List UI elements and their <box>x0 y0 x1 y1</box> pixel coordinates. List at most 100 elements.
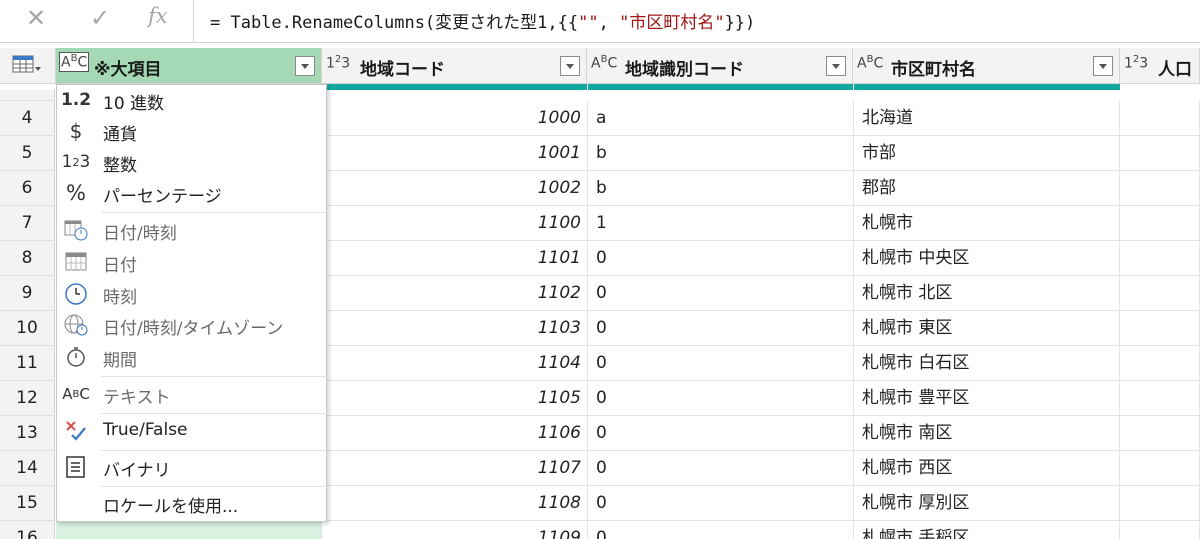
menu-item-currency[interactable]: $ 通貨 <box>57 116 326 147</box>
table-cell-population[interactable] <box>1120 311 1200 346</box>
table-cell-population[interactable] <box>1120 241 1200 276</box>
text-type-icon[interactable]: ABC <box>857 54 883 72</box>
menu-item-text[interactable]: ABC テキスト <box>57 379 326 410</box>
cancel-icon[interactable]: ✕ <box>26 4 46 32</box>
column-filter-dropdown[interactable] <box>826 56 846 76</box>
table-cell-area-id[interactable]: 0 <box>588 521 854 539</box>
table-cell-city[interactable]: 札幌市 南区 <box>854 416 1120 451</box>
menu-item-duration[interactable]: 期間 <box>57 342 326 373</box>
table-cell-city[interactable]: 札幌市 白石区 <box>854 346 1120 381</box>
table-cell-area-id[interactable]: 0 <box>588 311 854 346</box>
table-cell-area-id[interactable]: 0 <box>588 451 854 486</box>
table-cell-area-id[interactable]: 0 <box>588 486 854 521</box>
table-cell-city[interactable]: 郡部 <box>854 171 1120 206</box>
table-cell-population[interactable] <box>1120 486 1200 521</box>
table-cell-city[interactable]: 札幌市 厚別区 <box>854 486 1120 521</box>
menu-item-whole-number[interactable]: 123 整数 <box>57 147 326 178</box>
table-cell-population[interactable] <box>1120 381 1200 416</box>
menu-item-percentage[interactable]: % パーセンテージ <box>57 178 326 209</box>
table-cell-area-code[interactable]: 1107 <box>322 451 588 486</box>
menu-item-datetime[interactable]: 日付/時刻 <box>57 215 326 246</box>
column-filter-dropdown[interactable] <box>1093 56 1113 76</box>
menu-item-true-false[interactable]: True/False <box>57 416 326 447</box>
table-cell-area-id[interactable]: 0 <box>588 276 854 311</box>
table-cell-area-code[interactable]: 1001 <box>322 136 588 171</box>
text-type-icon[interactable]: ABC <box>591 54 617 72</box>
row-number: 7 <box>0 206 55 241</box>
table-cell-population[interactable] <box>1120 171 1200 206</box>
text-type-icon[interactable]: ABC <box>59 52 90 72</box>
column-header-major-item[interactable]: ABC ※大項目 <box>56 48 322 84</box>
menu-item-datetime-zone[interactable]: 日付/時刻/タイムゾーン <box>57 310 326 341</box>
menu-item-using-locale[interactable]: ロケールを使用... <box>57 488 326 519</box>
column-filter-dropdown[interactable] <box>560 56 580 76</box>
table-cell-population[interactable] <box>1120 451 1200 486</box>
clock-icon <box>61 281 91 307</box>
table-cell-city[interactable]: 札幌市 <box>854 206 1120 241</box>
table-cell-area-id[interactable]: 0 <box>588 381 854 416</box>
table-cell-city[interactable]: 札幌市 中央区 <box>854 241 1120 276</box>
table-cell-area-code[interactable]: 1109 <box>322 521 588 539</box>
row-number: 5 <box>0 136 55 171</box>
formula-suffix: }}) <box>724 13 756 33</box>
column-header-city-name[interactable]: ABC 市区町村名 <box>853 48 1120 84</box>
menu-separator <box>101 486 327 487</box>
row-number: 12 <box>0 381 55 416</box>
table-cell-population[interactable] <box>1120 346 1200 381</box>
menu-item-decimal[interactable]: 1.2 10 進数 <box>57 85 326 116</box>
table-cell-city[interactable]: 市部 <box>854 136 1120 171</box>
table-cell-area-code[interactable]: 1100 <box>322 206 588 241</box>
column-header-area-id-code[interactable]: ABC 地域識別コード <box>587 48 853 84</box>
table-cell-area-code[interactable]: 1000 <box>322 101 588 136</box>
column-name: 地域コード <box>360 60 445 80</box>
table-cell-city[interactable]: 札幌市 北区 <box>854 276 1120 311</box>
table-cell-population[interactable] <box>1120 416 1200 451</box>
table-cell-city[interactable]: 札幌市 豊平区 <box>854 381 1120 416</box>
whole-number-type-icon[interactable]: 123 <box>1124 54 1148 72</box>
table-cell-population[interactable] <box>1120 101 1200 136</box>
table-cell-area-id[interactable]: b <box>588 171 854 206</box>
table-cell-area-code[interactable]: 1101 <box>322 241 588 276</box>
table-cell[interactable] <box>56 521 322 539</box>
table-cell-population[interactable] <box>1120 276 1200 311</box>
stopwatch-icon <box>61 344 91 370</box>
table-menu-button[interactable] <box>0 48 56 84</box>
table-cell-population[interactable] <box>1120 206 1200 241</box>
table-cell-population[interactable] <box>1120 521 1200 539</box>
menu-item-binary[interactable]: バイナリ <box>57 452 326 483</box>
column-header-population[interactable]: 123 人口 <box>1120 48 1200 84</box>
menu-separator <box>101 212 327 213</box>
table-cell-area-id[interactable]: 0 <box>588 346 854 381</box>
table-cell-area-code[interactable]: 1106 <box>322 416 588 451</box>
confirm-icon[interactable]: ✓ <box>90 4 110 32</box>
table-cell-area-id[interactable]: a <box>588 101 854 136</box>
column-filter-dropdown[interactable] <box>295 56 315 76</box>
table-cell-area-id[interactable]: b <box>588 136 854 171</box>
column-header-area-code[interactable]: 123 地域コード <box>322 48 587 84</box>
table-cell-population[interactable] <box>1120 136 1200 171</box>
table-cell-area-code[interactable]: 1103 <box>322 311 588 346</box>
formula-bar: ✕ ✓ fx = Table.RenameColumns(変更された型1,{{"… <box>0 0 1200 43</box>
formula-input[interactable]: = Table.RenameColumns(変更された型1,{{"", "市区町… <box>210 8 755 33</box>
table-cell-area-id[interactable]: 0 <box>588 241 854 276</box>
table-cell-city[interactable]: 札幌市 東区 <box>854 311 1120 346</box>
table-cell-area-code[interactable]: 1102 <box>322 276 588 311</box>
table-cell-area-id[interactable]: 0 <box>588 416 854 451</box>
table-cell-city[interactable]: 札幌市 手稲区 <box>854 521 1120 539</box>
table-cell-area-code[interactable]: 1002 <box>322 171 588 206</box>
table-cell-area-code[interactable]: 1105 <box>322 381 588 416</box>
table-cell-area-id[interactable]: 1 <box>588 206 854 241</box>
table-icon <box>12 55 41 73</box>
menu-item-date[interactable]: 日付 <box>57 247 326 278</box>
table-cell-city[interactable]: 北海道 <box>854 101 1120 136</box>
table-cell-area-code[interactable]: 1104 <box>322 346 588 381</box>
menu-separator <box>101 450 327 451</box>
row-number: 4 <box>0 101 55 136</box>
datetime-icon <box>61 217 91 243</box>
whole-number-type-icon[interactable]: 123 <box>326 54 350 72</box>
fx-icon[interactable]: fx <box>148 4 168 28</box>
table-cell-city[interactable]: 札幌市 西区 <box>854 451 1120 486</box>
row-number: 8 <box>0 241 55 276</box>
table-cell-area-code[interactable]: 1108 <box>322 486 588 521</box>
menu-item-time[interactable]: 時刻 <box>57 279 326 310</box>
